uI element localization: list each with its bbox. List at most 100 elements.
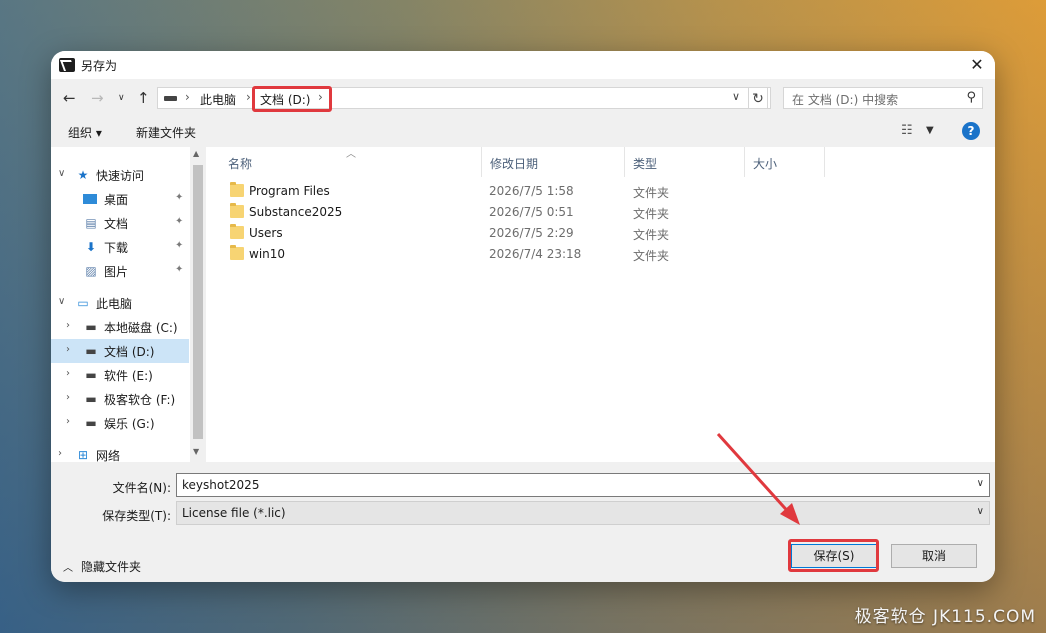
breadcrumb-separator-icon[interactable]: › xyxy=(185,90,190,104)
navigation-pane: ∨ ★ 快速访问 桌面 ✦ ▤ 文档 ✦ ⬇ 下载 ✦ ▨ 图片 ✦ ∨ ▭ 此… xyxy=(51,147,189,463)
sidebar-label: 快速访问 xyxy=(96,169,145,183)
save-options-panel: 文件名(N): keyshot2025 ∨ 保存类型(T): License f… xyxy=(51,462,995,582)
address-dropdown-icon[interactable]: ∨ xyxy=(732,90,740,103)
filetype-value: License file (*.lic) xyxy=(182,506,286,520)
file-modified: 2026/7/4 23:18 xyxy=(489,247,582,261)
app-icon xyxy=(59,58,75,72)
file-row[interactable]: Substance2025 2026/7/5 0:51 文件夹 xyxy=(206,202,995,223)
pin-icon[interactable]: ✦ xyxy=(175,240,183,251)
expand-chevron-icon[interactable]: › xyxy=(66,320,70,331)
drive-icon: ▬ xyxy=(85,368,97,382)
organize-menu[interactable]: 组织 ▾ xyxy=(68,124,102,141)
filename-input[interactable]: keyshot2025 ∨ xyxy=(176,473,990,497)
up-arrow-icon[interactable]: ↑ xyxy=(137,89,150,107)
filetype-select[interactable]: License file (*.lic) ∨ xyxy=(176,501,990,525)
expand-chevron-icon[interactable]: › xyxy=(66,344,70,355)
sidebar-label: 本地磁盘 (C:) xyxy=(104,321,178,335)
windows-drive-icon: ▬ xyxy=(85,320,97,334)
drive-icon: ▬ xyxy=(85,392,97,406)
column-header-modified[interactable]: 修改日期 xyxy=(482,147,625,177)
watermark: 极客软仓 JK115.COM xyxy=(854,607,1036,627)
file-row[interactable]: win10 2026/7/4 23:18 文件夹 xyxy=(206,244,995,265)
title-bar: 另存为 ✕ xyxy=(51,51,995,79)
expand-chevron-icon[interactable]: ∨ xyxy=(58,168,65,179)
sidebar-item-drive-f[interactable]: › ▬ 极客软仓 (F:) xyxy=(51,387,189,411)
file-modified: 2026/7/5 2:29 xyxy=(489,226,574,240)
network-icon: ⊞ xyxy=(77,448,89,462)
search-placeholder: 在 文档 (D:) 中搜索 xyxy=(792,93,899,107)
star-icon: ★ xyxy=(77,168,89,182)
scroll-up-icon[interactable]: ▲ xyxy=(193,149,199,158)
expand-chevron-icon[interactable]: › xyxy=(66,392,70,403)
expand-chevron-icon[interactable]: ∨ xyxy=(58,296,65,307)
sidebar-item-drive-e[interactable]: › ▬ 软件 (E:) xyxy=(51,363,189,387)
content-area: ∨ ★ 快速访问 桌面 ✦ ▤ 文档 ✦ ⬇ 下载 ✦ ▨ 图片 ✦ ∨ ▭ 此… xyxy=(51,147,995,463)
column-header-size[interactable]: 大小 xyxy=(745,147,825,177)
address-bar[interactable]: › 此电脑 › 文档 (D:) › xyxy=(157,86,771,112)
download-icon: ⬇ xyxy=(85,240,97,254)
pin-icon[interactable]: ✦ xyxy=(175,264,183,275)
sidebar-label: 图片 xyxy=(104,265,129,279)
view-options-icon[interactable]: ☷ xyxy=(901,123,913,138)
column-header-name[interactable]: 名称 xyxy=(220,147,482,177)
file-type: 文件夹 xyxy=(633,186,670,200)
sidebar-item-downloads[interactable]: ⬇ 下载 ✦ xyxy=(51,235,189,259)
sidebar-item-quick-access[interactable]: ∨ ★ 快速访问 xyxy=(51,163,189,187)
sidebar-item-desktop[interactable]: 桌面 ✦ xyxy=(51,187,189,211)
file-modified: 2026/7/5 1:58 xyxy=(489,184,574,198)
column-header-type[interactable]: 类型 xyxy=(625,147,745,177)
drive-icon: ▬ xyxy=(85,416,97,430)
file-name: Program Files xyxy=(249,184,330,198)
filename-value: keyshot2025 xyxy=(182,478,260,492)
dialog-title: 另存为 xyxy=(81,59,118,73)
sidebar-item-drive-d[interactable]: › ▬ 文档 (D:) xyxy=(51,339,189,363)
filetype-dropdown-icon[interactable]: ∨ xyxy=(977,506,984,517)
refresh-icon[interactable]: ↻ xyxy=(748,87,768,109)
file-row[interactable]: Program Files 2026/7/5 1:58 文件夹 xyxy=(206,181,995,202)
sidebar-item-drive-c[interactable]: › ▬ 本地磁盘 (C:) xyxy=(51,315,189,339)
breadcrumb-separator-icon[interactable]: › xyxy=(246,90,251,104)
sidebar-label: 文档 (D:) xyxy=(104,345,155,359)
expand-chevron-icon[interactable]: › xyxy=(66,416,70,427)
desktop-icon xyxy=(83,194,97,204)
picture-icon: ▨ xyxy=(85,264,97,278)
chevron-up-icon: ︿ xyxy=(63,563,73,574)
hide-folders-label: 隐藏文件夹 xyxy=(81,560,142,574)
expand-chevron-icon[interactable]: › xyxy=(66,368,70,379)
scrollbar-thumb[interactable] xyxy=(193,165,203,439)
file-type: 文件夹 xyxy=(633,228,670,242)
expand-chevron-icon[interactable]: › xyxy=(58,448,62,459)
sidebar-label: 娱乐 (G:) xyxy=(104,417,155,431)
annotation-highlight-box xyxy=(252,86,332,112)
forward-arrow-icon[interactable]: → xyxy=(91,89,104,107)
save-as-dialog: 另存为 ✕ ← → ∨ ↑ › 此电脑 › 文档 (D:) › ∨ ↻ 在 文档… xyxy=(51,51,995,582)
folder-icon xyxy=(230,182,244,197)
sidebar-label: 下载 xyxy=(104,241,129,255)
file-modified: 2026/7/5 0:51 xyxy=(489,205,574,219)
command-bar: 组织 ▾ 新建文件夹 ☷ ▼ ? xyxy=(51,117,995,147)
drive-icon xyxy=(164,96,177,101)
pin-icon[interactable]: ✦ xyxy=(175,216,183,227)
view-dropdown-icon[interactable]: ▼ xyxy=(926,125,934,136)
new-folder-button[interactable]: 新建文件夹 xyxy=(136,124,196,141)
recent-locations-chevron-icon[interactable]: ∨ xyxy=(118,93,125,103)
sidebar-item-this-pc[interactable]: ∨ ▭ 此电脑 xyxy=(51,291,189,315)
computer-icon: ▭ xyxy=(77,296,89,310)
help-icon[interactable]: ? xyxy=(962,122,980,140)
search-input[interactable]: 在 文档 (D:) 中搜索 ⚲ xyxy=(783,87,983,109)
sidebar-scrollbar[interactable]: ▲ ▼ xyxy=(190,147,206,462)
pin-icon[interactable]: ✦ xyxy=(175,192,183,203)
file-row[interactable]: Users 2026/7/5 2:29 文件夹 xyxy=(206,223,995,244)
sidebar-item-documents[interactable]: ▤ 文档 ✦ xyxy=(51,211,189,235)
sidebar-item-pictures[interactable]: ▨ 图片 ✦ xyxy=(51,259,189,283)
cancel-button[interactable]: 取消 xyxy=(891,544,977,568)
file-list: ︿ 名称 修改日期 类型 大小 Program Files 2026/7/5 1… xyxy=(206,147,995,462)
breadcrumb-this-pc[interactable]: 此电脑 xyxy=(200,91,236,108)
scroll-down-icon[interactable]: ▼ xyxy=(193,447,199,456)
filename-dropdown-icon[interactable]: ∨ xyxy=(977,478,984,489)
sidebar-item-drive-g[interactable]: › ▬ 娱乐 (G:) xyxy=(51,411,189,435)
hide-folders-toggle[interactable]: ︿ 隐藏文件夹 xyxy=(63,558,141,575)
close-button[interactable]: ✕ xyxy=(965,53,989,77)
file-type: 文件夹 xyxy=(633,207,670,221)
back-arrow-icon[interactable]: ← xyxy=(63,89,76,107)
